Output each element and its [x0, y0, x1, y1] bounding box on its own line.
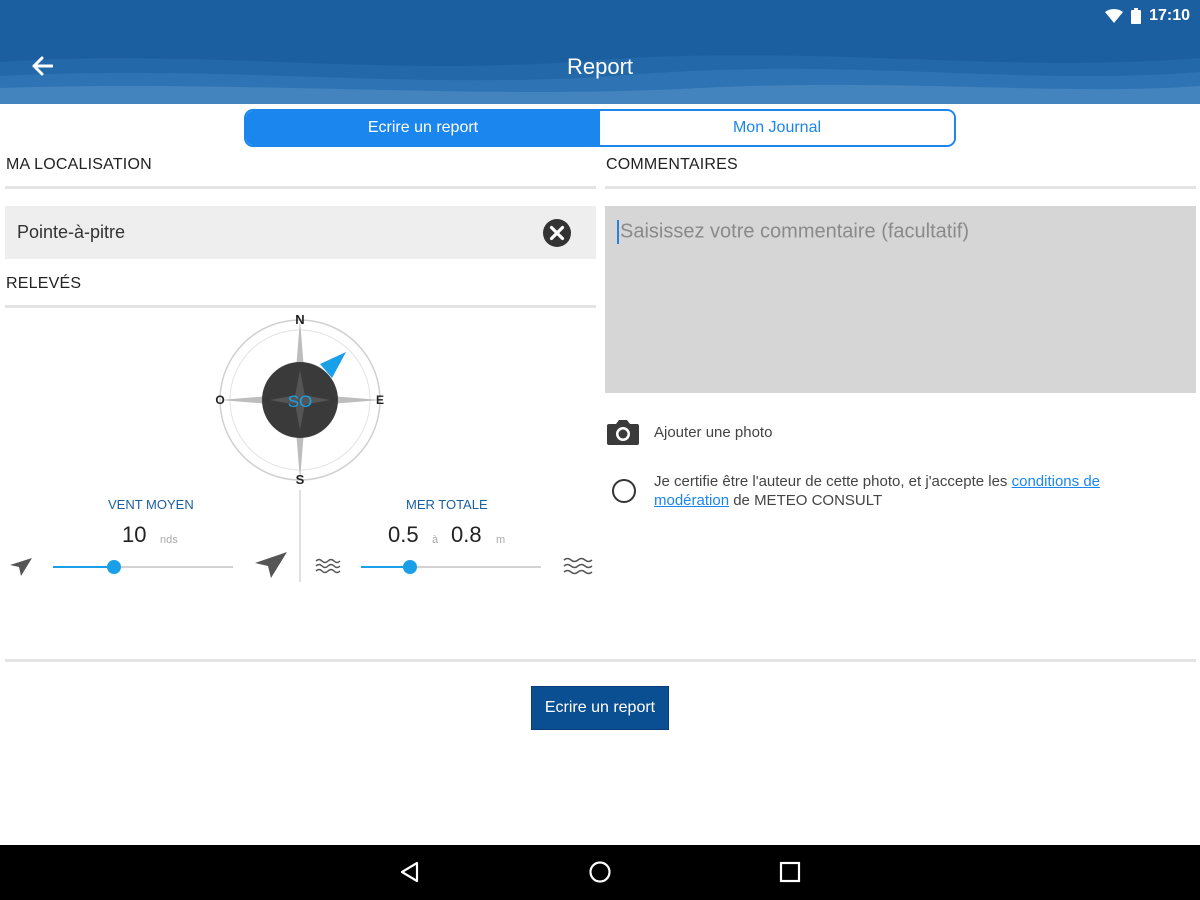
wifi-icon	[1105, 9, 1124, 23]
location-section-label: MA LOCALISATION	[6, 156, 152, 173]
wave-background	[0, 55, 1200, 104]
camera-icon	[607, 420, 639, 445]
certify-text: Je certifie être l'auteur de cette photo…	[654, 472, 1174, 510]
waves-large-icon	[563, 557, 593, 575]
location-divider	[5, 186, 596, 189]
wind-arrow-large-icon	[255, 552, 287, 578]
status-time: 17:10	[1149, 7, 1190, 24]
sea-label: MER TOTALE	[406, 497, 488, 512]
tab-my-journal[interactable]: Mon Journal	[600, 111, 954, 145]
app-bar: 17:10 Report	[0, 0, 1200, 104]
compass-north: N	[295, 312, 304, 327]
wind-compass[interactable]: N E S O SO	[210, 312, 390, 492]
comment-textarea[interactable]: Saisissez votre commentaire (facultatif)	[605, 206, 1196, 393]
readings-section-label: RELEVÉS	[6, 275, 82, 292]
footer-divider	[5, 659, 1196, 662]
compass-south: S	[296, 472, 305, 487]
readings-vertical-divider	[299, 490, 301, 582]
certify-prefix: Je certifie être l'auteur de cette photo…	[654, 473, 1012, 490]
location-input[interactable]: Pointe-à-pitre	[5, 206, 596, 259]
nav-back-icon[interactable]	[397, 859, 423, 885]
tab-switcher: Ecrire un report Mon Journal	[244, 109, 956, 147]
waves-small-icon	[315, 558, 341, 574]
sea-max-value: 0.8	[451, 522, 482, 547]
comments-divider	[605, 186, 1196, 189]
sea-separator: à	[432, 534, 439, 546]
text-caret	[617, 220, 619, 244]
sea-slider-knob[interactable]	[403, 560, 417, 574]
wind-slider-fill	[53, 566, 114, 568]
wind-arrow-small-icon	[10, 558, 32, 576]
add-photo-label: Ajouter une photo	[654, 423, 773, 441]
add-photo-button[interactable]: Ajouter une photo	[606, 418, 772, 446]
wind-value: 10	[122, 522, 147, 547]
battery-icon	[1131, 8, 1142, 24]
compass-east: E	[376, 393, 384, 407]
compass-direction: SO	[288, 392, 313, 411]
compass-west: O	[215, 393, 224, 407]
clear-icon[interactable]	[542, 218, 572, 248]
wind-slider-knob[interactable]	[107, 560, 121, 574]
sea-min-value: 0.5	[388, 522, 419, 547]
comment-placeholder: Saisissez votre commentaire (facultatif)	[620, 220, 970, 243]
certify-suffix: de METEO CONSULT	[729, 492, 883, 509]
status-bar: 17:10	[1105, 6, 1190, 26]
submit-report-button[interactable]: Ecrire un report	[531, 686, 669, 730]
tab-write-report[interactable]: Ecrire un report	[246, 111, 600, 145]
nav-recents-icon[interactable]	[777, 859, 803, 885]
location-value: Pointe-à-pitre	[17, 222, 126, 242]
comments-section-label: COMMENTAIRES	[606, 156, 738, 173]
wind-label: VENT MOYEN	[108, 497, 194, 512]
system-nav-bar	[0, 845, 1200, 900]
nav-home-icon[interactable]	[587, 859, 613, 885]
page-title: Report	[566, 54, 634, 79]
readings-divider	[5, 305, 596, 308]
sea-unit: m	[496, 534, 506, 546]
certify-radio[interactable]	[612, 479, 636, 503]
wind-unit: nds	[160, 534, 178, 546]
